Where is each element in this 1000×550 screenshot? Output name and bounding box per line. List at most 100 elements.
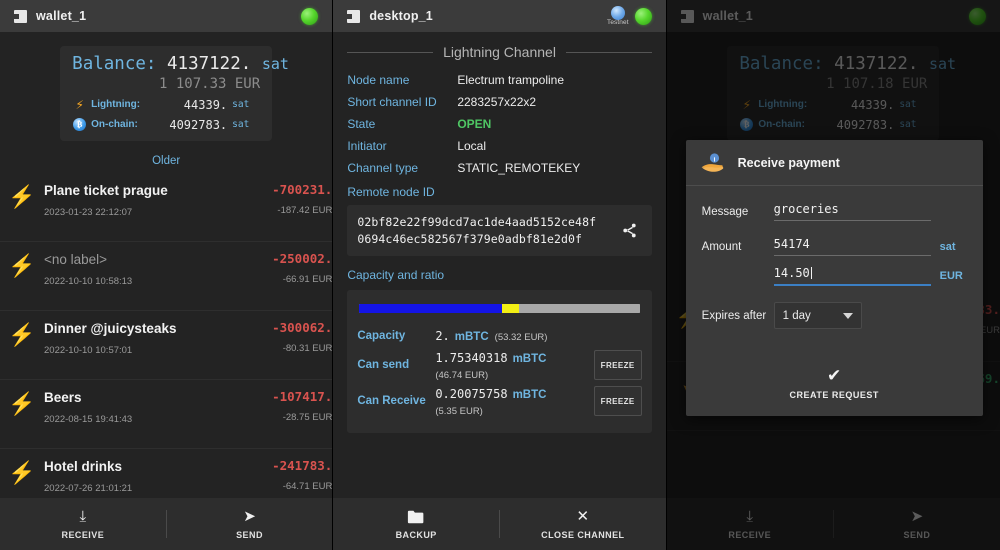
lightning-bolt-icon: ⚡ bbox=[8, 322, 36, 347]
titlebar-right bbox=[301, 7, 319, 25]
message-field-row: Message groceries bbox=[702, 202, 967, 221]
amount-sat-unit: sat bbox=[939, 240, 956, 253]
page-title: Lightning Channel bbox=[443, 44, 556, 60]
backup-button[interactable]: BACKUP bbox=[333, 498, 499, 550]
capacity-key: Can send bbox=[357, 359, 410, 372]
remote-node-id-value: 02bf82e22f99dcd7ac1de4aad5152ce48f 0694c… bbox=[357, 214, 617, 247]
capacity-value: 0.20075758 mBTC (5.35 EUR) bbox=[435, 385, 593, 417]
capacity-ratio-label: Capacity and ratio bbox=[347, 268, 445, 283]
receive-button[interactable]: ⤓ RECEIVE bbox=[0, 498, 166, 550]
message-label: Message bbox=[701, 205, 749, 218]
dialog-header: i Receive payment bbox=[685, 140, 983, 186]
create-request-label: CREATE REQUEST bbox=[789, 390, 879, 400]
testnet-badge[interactable]: Testnet bbox=[607, 6, 629, 26]
green-status-led bbox=[634, 7, 652, 25]
remote-node-id-label: Remote node ID bbox=[347, 185, 435, 199]
backup-button-label: BACKUP bbox=[395, 529, 437, 540]
detail-row-short-channel-id: Short channel ID 2283257x22x2 bbox=[347, 95, 651, 109]
tx-fiat: -66.91 EUR bbox=[282, 274, 333, 285]
tx-main: Beers 2022-08-15 19:41:43 bbox=[44, 389, 237, 425]
tx-main: Dinner @juicysteaks 2022-10-10 10:57:01 bbox=[44, 320, 237, 356]
tx-main: Plane ticket prague 2023-01-23 22:12:07 bbox=[44, 182, 237, 218]
receive-payment-dialog: i Receive payment Message groceries Amou… bbox=[685, 140, 983, 416]
tx-amount: -250002. bbox=[272, 251, 333, 266]
tx-date: 2022-08-15 19:41:43 bbox=[44, 414, 133, 425]
balance-row-unit: sat bbox=[232, 119, 250, 130]
tx-label: Plane ticket prague bbox=[44, 183, 168, 198]
amount-label: Amount bbox=[701, 240, 742, 253]
detail-row-state: State OPEN bbox=[347, 117, 651, 131]
expires-after-value: 1 day bbox=[782, 309, 811, 322]
tx-label: Beers bbox=[44, 390, 82, 405]
capacity-number: 1.75340318 bbox=[435, 351, 508, 366]
text-caret bbox=[810, 267, 812, 279]
send-button-label: SEND bbox=[236, 529, 263, 540]
freeze-can-receive-button[interactable]: FREEZE bbox=[593, 386, 642, 417]
ratio-segment-remote bbox=[519, 304, 640, 314]
remote-node-id-box[interactable]: 02bf82e22f99dcd7ac1de4aad5152ce48f 0694c… bbox=[347, 205, 652, 257]
status-badge: OPEN bbox=[457, 117, 492, 131]
table-row[interactable]: ⚡ Dinner @juicysteaks 2022-10-10 10:57:0… bbox=[0, 311, 333, 380]
balance-row-name: Lightning: bbox=[91, 99, 141, 110]
close-channel-button[interactable]: ✕ CLOSE CHANNEL bbox=[500, 498, 666, 550]
detail-key: State bbox=[347, 117, 376, 131]
balance-row-value: 44339. bbox=[183, 97, 228, 112]
dialog-title: Receive payment bbox=[737, 156, 840, 170]
wallet-body: Balance: 4137122. sat 1 107.33 EUR ⚡ Lig… bbox=[0, 46, 333, 550]
capacity-number: 2. bbox=[435, 329, 450, 344]
tx-amounts: -700231. -187.42 EUR bbox=[237, 182, 332, 216]
amount-fiat-unit: EUR bbox=[939, 270, 963, 282]
table-row[interactable]: ⚡ Beers 2022-08-15 19:41:43 -107417. -28… bbox=[0, 380, 333, 449]
detail-key: Initiator bbox=[347, 139, 387, 153]
capacity-ratio-bar bbox=[359, 304, 640, 314]
expires-after-select[interactable]: 1 day bbox=[773, 302, 862, 329]
message-input[interactable]: groceries bbox=[773, 202, 931, 221]
create-request-button[interactable]: ✔ CREATE REQUEST bbox=[686, 353, 983, 416]
balance-row-value: 4092783. bbox=[169, 117, 228, 132]
lightning-bolt-icon: ⚡ bbox=[8, 253, 36, 278]
tx-fiat: -80.31 EUR bbox=[282, 343, 333, 354]
tx-label: Dinner @juicysteaks bbox=[44, 321, 177, 336]
amount-fiat-input[interactable]: 14.50 bbox=[773, 266, 931, 286]
bottom-toolbar: BACKUP ✕ CLOSE CHANNEL bbox=[333, 498, 666, 550]
send-button[interactable]: ➤ SEND bbox=[167, 498, 333, 550]
older-separator-label: Older bbox=[152, 155, 181, 167]
panel-wallet-list: wallet_1 Balance: 4137122. sat 1 107.33 … bbox=[0, 0, 334, 550]
table-row[interactable]: ⚡ <no label> 2022-10-10 10:58:13 -250002… bbox=[0, 242, 333, 311]
transaction-list[interactable]: ⚡ Plane ticket prague 2023-01-23 22:12:0… bbox=[0, 173, 333, 550]
capacity-row-can-send: Can send 1.75340318 mBTC (46.74 EUR) FREE… bbox=[357, 349, 642, 381]
screenshot-root: wallet_1 Balance: 4137122. sat 1 107.33 … bbox=[0, 0, 1000, 550]
tx-amount: -241783. bbox=[272, 458, 333, 473]
share-icon[interactable] bbox=[618, 222, 642, 239]
freeze-can-send-button[interactable]: FREEZE bbox=[593, 350, 642, 381]
tx-amount: -107417. bbox=[272, 389, 333, 404]
tx-fiat: -28.75 EUR bbox=[282, 412, 333, 423]
tx-label: Hotel drinks bbox=[44, 459, 123, 474]
capacity-key: Can Receive bbox=[357, 395, 426, 408]
tx-date: 2022-10-10 10:58:13 bbox=[44, 276, 133, 287]
wallet-file-icon bbox=[14, 9, 27, 23]
tx-date: 2022-07-26 21:01:21 bbox=[44, 483, 133, 494]
detail-row-channel-type: Channel type STATIC_REMOTEKEY bbox=[347, 161, 651, 175]
folder-backup-icon bbox=[407, 509, 425, 525]
tx-amounts: -250002. -66.91 EUR bbox=[237, 251, 332, 285]
detail-row-node-name: Node name Electrum trampoline bbox=[347, 73, 651, 87]
balance-unit: sat bbox=[261, 55, 289, 73]
channel-details: Node name Electrum trampoline Short chan… bbox=[347, 73, 651, 175]
amount-sat-input[interactable]: 54174 bbox=[773, 237, 931, 256]
close-channel-button-label: CLOSE CHANNEL bbox=[541, 529, 625, 540]
tx-amount: -700231. bbox=[272, 182, 333, 197]
section-header: Lightning Channel bbox=[347, 44, 652, 60]
detail-key: Short channel ID bbox=[347, 95, 437, 109]
lightning-bolt-icon: ⚡ bbox=[8, 391, 36, 416]
balance-card: Balance: 4137122. sat 1 107.33 EUR ⚡ Lig… bbox=[60, 46, 289, 141]
detail-key: Node name bbox=[347, 73, 410, 87]
expires-after-label: Expires after bbox=[701, 309, 767, 322]
ratio-segment-can-send bbox=[359, 304, 503, 314]
capacity-unit: mBTC bbox=[454, 331, 489, 344]
panel-lightning-channel: desktop_1 Testnet Lightning Channel Node… bbox=[333, 0, 667, 550]
testnet-label: Testnet bbox=[606, 19, 629, 26]
table-row[interactable]: ⚡ Plane ticket prague 2023-01-23 22:12:0… bbox=[0, 173, 333, 242]
tx-amounts: -241783. -64.71 EUR bbox=[237, 458, 332, 492]
expires-after-field-row: Expires after 1 day bbox=[702, 302, 967, 329]
